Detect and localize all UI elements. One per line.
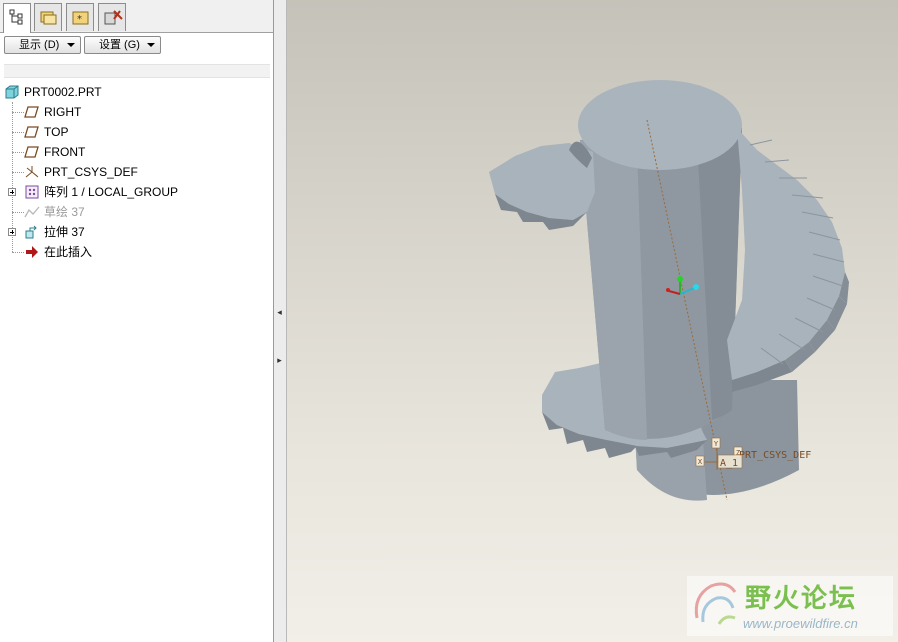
model-tree-tab[interactable]: [3, 3, 31, 33]
spiral-steps: [727, 128, 849, 392]
tree-item-label: 在此插入: [44, 245, 93, 259]
tree-connector-line: [12, 172, 24, 173]
tree-connector-line: [12, 132, 24, 133]
graphics-viewport[interactable]: Y X Z PRT_CSYS_DEF A_1 野火论坛 www.proewild…: [287, 0, 898, 642]
expand-toggle-icon[interactable]: [8, 188, 16, 196]
axis-label: A_1: [720, 458, 738, 469]
folder-browser-tab[interactable]: [34, 3, 62, 31]
tree-connector-line: [12, 252, 24, 253]
tree-item-label: 阵列 1 / LOCAL_GROUP: [44, 185, 179, 199]
tree-item-label: PRT_CSYS_DEF: [44, 165, 138, 179]
panel-splitter[interactable]: ◂ ▸: [274, 0, 287, 642]
main-cylinder: [580, 128, 742, 440]
tree-item-label: 草绘 37: [44, 205, 85, 219]
tree-item-label: FRONT: [44, 145, 86, 159]
settings-menu-label: 设置 (G): [99, 39, 140, 51]
favorites-tab[interactable]: *: [66, 3, 94, 31]
navigator-tab-bar: *: [0, 0, 273, 33]
tree-connector-line: [12, 112, 24, 113]
forum-watermark: 野火论坛 www.proewildfire.cn: [687, 576, 893, 636]
extrude-icon: [25, 225, 37, 239]
tree-root-label: PRT0002.PRT: [24, 85, 102, 99]
connections-tab[interactable]: [98, 3, 126, 31]
show-menu-button[interactable]: 显示 (D): [4, 36, 81, 54]
model-tree-icon: [9, 9, 23, 25]
collapse-left-icon[interactable]: ◂: [275, 302, 284, 322]
tree-toolbar: 显示 (D) 设置 (G): [0, 33, 273, 57]
3d-model-view[interactable]: Y X Z PRT_CSYS_DEF A_1: [287, 0, 898, 642]
forum-logo-icon: [694, 582, 737, 625]
pattern-icon: [25, 185, 39, 199]
tree-connector-line: [12, 212, 24, 213]
expand-right-icon[interactable]: ▸: [275, 350, 284, 370]
expand-toggle-icon[interactable]: [8, 228, 16, 236]
datum-plane-icon: [24, 106, 39, 118]
insert-here-arrow-icon: [26, 246, 38, 258]
tree-connector-line: [12, 152, 24, 153]
csys-label: PRT_CSYS_DEF: [739, 450, 811, 461]
csys-icon: [25, 166, 39, 178]
folder-browser-icon: [40, 11, 57, 25]
watermark-url: www.proewildfire.cn: [743, 616, 858, 631]
datum-plane-icon: [24, 126, 39, 138]
svg-text:*: *: [77, 14, 82, 25]
sketch-icon: [24, 206, 40, 218]
tools-icon: [104, 10, 123, 25]
settings-menu-button[interactable]: 设置 (G): [84, 36, 161, 54]
favorites-folder-icon: *: [72, 11, 89, 25]
model-tree-panel: * 显示 (D) 设置 (G) PRT0002.PRT RIGHT TOP FR…: [0, 0, 274, 642]
chevron-down-icon: [147, 43, 155, 47]
tree-item-label: 拉伸 37: [44, 225, 85, 239]
datum-plane-icon: [24, 146, 39, 158]
chevron-down-icon: [67, 43, 75, 47]
watermark-title: 野火论坛: [745, 584, 858, 614]
tree-item-label: RIGHT: [44, 105, 82, 119]
tree-filter-strip: [4, 64, 270, 78]
tree-item-label: TOP: [44, 125, 69, 139]
part-icon: [5, 85, 19, 99]
show-menu-label: 显示 (D): [19, 39, 60, 51]
